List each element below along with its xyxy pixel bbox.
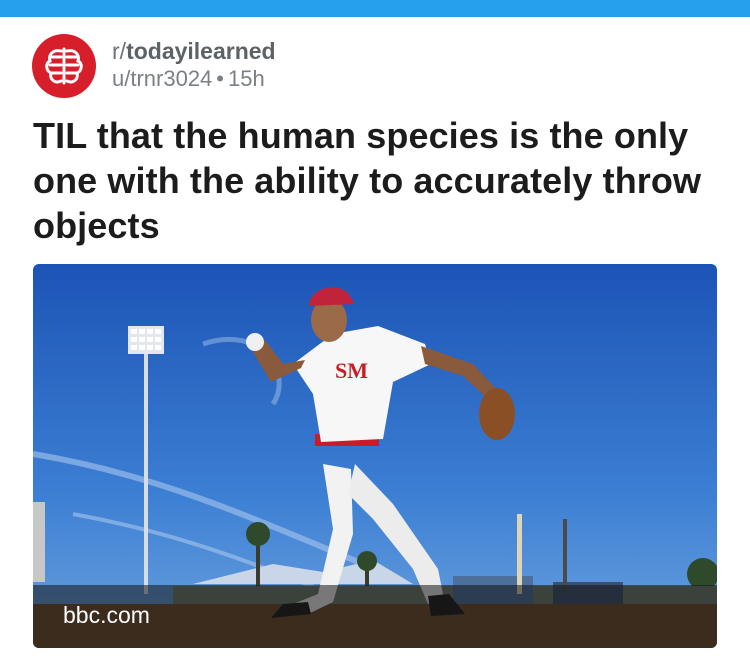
top-bar xyxy=(0,0,750,17)
link-domain[interactable]: bbc.com xyxy=(63,602,150,629)
separator-dot: • xyxy=(216,66,224,91)
brain-icon xyxy=(45,47,83,85)
subreddit-avatar[interactable] xyxy=(32,34,96,98)
subreddit-name: todayilearned xyxy=(126,38,276,64)
subreddit-link[interactable]: r/todayilearned xyxy=(112,38,276,64)
author-link[interactable]: u/trnr3024 xyxy=(112,66,212,91)
post-title[interactable]: TIL that the human species is the only o… xyxy=(33,113,723,248)
jersey-text: SM xyxy=(335,358,368,383)
post-meta: r/todayilearned u/trnr3024 • 15h xyxy=(112,38,276,93)
author-line: u/trnr3024 • 15h xyxy=(112,65,276,93)
link-preview[interactable]: SM bbc.com xyxy=(33,264,717,648)
subreddit-prefix: r/ xyxy=(112,38,127,64)
post-age: 15h xyxy=(228,66,265,91)
link-domain-bar: bbc.com xyxy=(33,585,717,648)
